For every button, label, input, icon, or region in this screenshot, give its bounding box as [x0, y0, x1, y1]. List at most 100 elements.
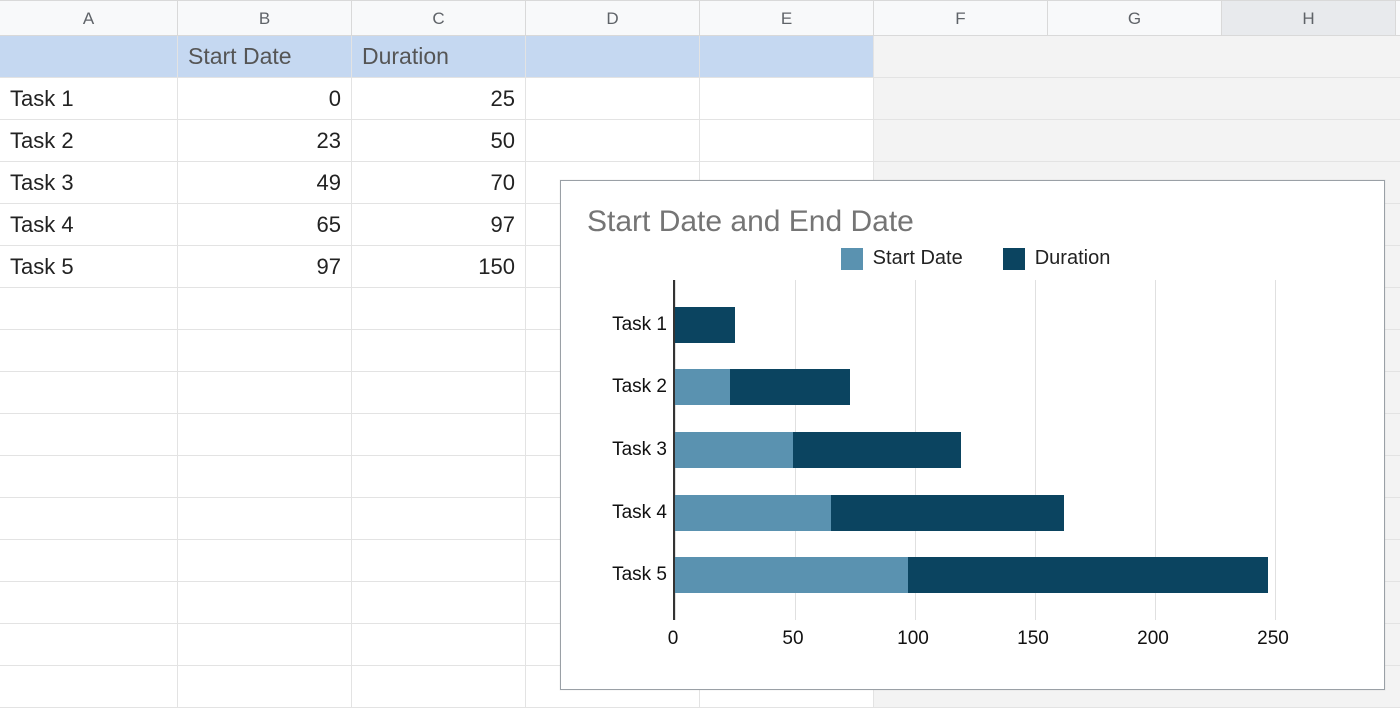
empty-cell[interactable]: [0, 372, 178, 414]
row-3: Task 2 23 50: [0, 120, 1400, 162]
row-2: Task 1 0 25: [0, 78, 1400, 120]
col-header-E[interactable]: E: [700, 1, 874, 35]
bar-segment-start-date: [675, 495, 831, 531]
col-header-C[interactable]: C: [352, 1, 526, 35]
empty-cell[interactable]: [0, 666, 178, 708]
x-tick-label: 150: [1017, 628, 1049, 650]
cell-E2[interactable]: [700, 78, 874, 120]
col-header-F[interactable]: F: [874, 1, 1048, 35]
header-row: Start Date Duration: [0, 36, 1400, 78]
empty-cell[interactable]: [178, 582, 352, 624]
row1-rest[interactable]: [874, 36, 1400, 78]
column-header-row: A B C D E F G H: [0, 0, 1400, 36]
x-tick-label: 100: [897, 628, 929, 650]
empty-cell[interactable]: [352, 582, 526, 624]
x-tick-label: 250: [1257, 628, 1289, 650]
chart-bar: [675, 307, 1273, 343]
col-header-H[interactable]: H: [1222, 1, 1396, 35]
chart-legend: Start Date Duration: [587, 247, 1364, 270]
col-header-D[interactable]: D: [526, 1, 700, 35]
empty-cell[interactable]: [352, 666, 526, 708]
bar-segment-start-date: [675, 369, 730, 405]
y-category-label: Task 2: [587, 376, 667, 398]
chart-bar: [675, 432, 1273, 468]
cell-C5[interactable]: 97: [352, 204, 526, 246]
cell-B1[interactable]: Start Date: [178, 36, 352, 78]
x-tick-label: 0: [668, 628, 679, 650]
empty-cell[interactable]: [178, 666, 352, 708]
bar-segment-duration: [675, 307, 735, 343]
bar-segment-duration: [908, 557, 1268, 593]
y-category-label: Task 3: [587, 439, 667, 461]
cell-A3[interactable]: Task 2: [0, 120, 178, 162]
empty-cell[interactable]: [352, 414, 526, 456]
empty-cell[interactable]: [0, 288, 178, 330]
cell-E1[interactable]: [700, 36, 874, 78]
row3-rest[interactable]: [874, 120, 1400, 162]
empty-cell[interactable]: [178, 372, 352, 414]
empty-cell[interactable]: [352, 624, 526, 666]
cell-C6[interactable]: 150: [352, 246, 526, 288]
cell-C1[interactable]: Duration: [352, 36, 526, 78]
cell-D2[interactable]: [526, 78, 700, 120]
col-header-A[interactable]: A: [0, 1, 178, 35]
empty-cell[interactable]: [178, 288, 352, 330]
empty-cell[interactable]: [178, 540, 352, 582]
empty-cell[interactable]: [352, 288, 526, 330]
chart-bar: [675, 369, 1273, 405]
empty-cell[interactable]: [0, 456, 178, 498]
empty-cell[interactable]: [0, 498, 178, 540]
empty-cell[interactable]: [0, 624, 178, 666]
empty-cell[interactable]: [178, 624, 352, 666]
empty-cell[interactable]: [178, 456, 352, 498]
empty-cell[interactable]: [352, 456, 526, 498]
bar-segment-start-date: [675, 432, 793, 468]
empty-cell[interactable]: [178, 330, 352, 372]
cell-C4[interactable]: 70: [352, 162, 526, 204]
cell-A6[interactable]: Task 5: [0, 246, 178, 288]
empty-cell[interactable]: [352, 540, 526, 582]
y-category-label: Task 4: [587, 502, 667, 524]
bar-segment-duration: [793, 432, 961, 468]
chart-card[interactable]: Start Date and End Date Start Date Durat…: [560, 180, 1385, 690]
cell-B2[interactable]: 0: [178, 78, 352, 120]
cell-D1[interactable]: [526, 36, 700, 78]
col-header-B[interactable]: B: [178, 1, 352, 35]
x-tick-label: 200: [1137, 628, 1169, 650]
cell-C3[interactable]: 50: [352, 120, 526, 162]
row2-rest[interactable]: [874, 78, 1400, 120]
empty-cell[interactable]: [352, 372, 526, 414]
bar-segment-duration: [730, 369, 850, 405]
legend-item-start-date: Start Date: [841, 247, 963, 270]
cell-D3[interactable]: [526, 120, 700, 162]
legend-swatch-start-date: [841, 248, 863, 270]
empty-cell[interactable]: [178, 414, 352, 456]
legend-item-duration: Duration: [1003, 247, 1111, 270]
cell-A1[interactable]: [0, 36, 178, 78]
empty-cell[interactable]: [0, 414, 178, 456]
gridline: [1275, 280, 1276, 620]
bar-segment-duration: [831, 495, 1064, 531]
chart-title: Start Date and End Date: [587, 205, 1364, 239]
col-header-G[interactable]: G: [1048, 1, 1222, 35]
x-tick-label: 50: [782, 628, 803, 650]
legend-label-duration: Duration: [1035, 247, 1111, 270]
empty-cell[interactable]: [352, 498, 526, 540]
cell-B4[interactable]: 49: [178, 162, 352, 204]
cell-A5[interactable]: Task 4: [0, 204, 178, 246]
empty-cell[interactable]: [0, 582, 178, 624]
cell-E3[interactable]: [700, 120, 874, 162]
y-category-label: Task 1: [587, 314, 667, 336]
cell-A2[interactable]: Task 1: [0, 78, 178, 120]
cell-A4[interactable]: Task 3: [0, 162, 178, 204]
chart-bar: [675, 495, 1273, 531]
empty-cell[interactable]: [352, 330, 526, 372]
legend-swatch-duration: [1003, 248, 1025, 270]
empty-cell[interactable]: [0, 540, 178, 582]
cell-B3[interactable]: 23: [178, 120, 352, 162]
cell-C2[interactable]: 25: [352, 78, 526, 120]
cell-B6[interactable]: 97: [178, 246, 352, 288]
empty-cell[interactable]: [0, 330, 178, 372]
cell-B5[interactable]: 65: [178, 204, 352, 246]
empty-cell[interactable]: [178, 498, 352, 540]
